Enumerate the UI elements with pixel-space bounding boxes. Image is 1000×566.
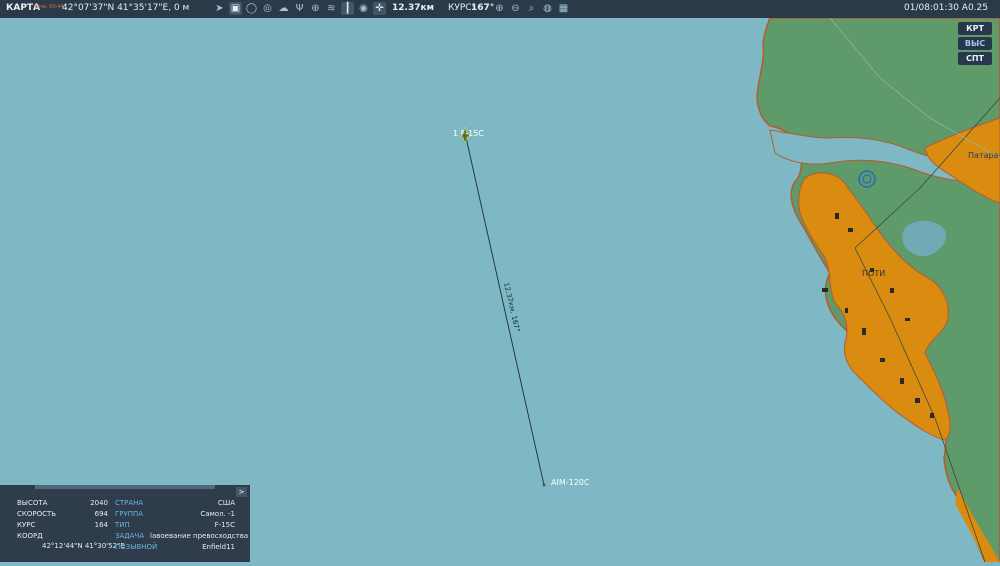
mission-time: 01/08:01:30 A0.25 xyxy=(904,3,988,13)
globe-icon[interactable]: ◍ xyxy=(541,2,554,15)
course-info-label: КУРС xyxy=(17,521,36,529)
send-icon[interactable]: ➤ xyxy=(213,2,226,15)
course-info-value: 164 xyxy=(94,521,108,529)
altitude-label: ВЫСОТА xyxy=(17,499,48,507)
speed-label: СКОРОСТЬ xyxy=(17,510,57,518)
zoom-fit-icon[interactable]: ⌕ xyxy=(525,2,538,15)
circle-icon[interactable]: ◯ xyxy=(245,2,258,15)
cloud-icon[interactable]: ☁ xyxy=(277,2,290,15)
distance-readout: 12.37км xyxy=(392,3,434,13)
task-label: ЗАДАЧА xyxy=(115,532,145,540)
satellite-mode-button[interactable]: СПТ xyxy=(958,52,992,65)
speed-value: 694 xyxy=(94,510,108,518)
fork-icon[interactable]: Ψ xyxy=(293,2,306,15)
city-label: ПОТИ xyxy=(862,269,885,278)
coord-value: 42°12'44"N 41°30'52"E xyxy=(42,542,125,550)
grid-icon[interactable]: ▦ xyxy=(557,2,570,15)
altitude-mode-button[interactable]: ВЫС xyxy=(958,37,992,50)
zoom-out-icon[interactable]: ⊖ xyxy=(509,2,522,15)
crosshair-icon[interactable]: ✛ xyxy=(373,2,386,15)
callsign-value: Enfield11 xyxy=(202,543,235,551)
map-mode-button[interactable]: КРТ xyxy=(958,22,992,35)
town-label: Патара-Г xyxy=(968,151,1000,160)
panel-strip xyxy=(35,485,215,489)
top-toolbar: КАРТА Точк. 00:44 42°07'37"N 41°35'17"E,… xyxy=(0,0,1000,18)
chat-icon[interactable]: ◉ xyxy=(357,2,370,15)
country-value: США xyxy=(217,499,235,507)
missile-marker xyxy=(542,483,546,487)
ruler-label: 12.37км, 167° xyxy=(502,282,521,333)
unit-info-panel: > ВЫСОТА 2040 СКОРОСТЬ 694 КУРС 164 КООР… xyxy=(0,485,250,562)
coord-label: КООРД xyxy=(17,532,43,540)
tower-icon[interactable]: ┃ xyxy=(341,2,354,15)
target-icon[interactable]: ⊕ xyxy=(309,2,322,15)
signal-icon[interactable]: ≋ xyxy=(325,2,338,15)
type-label: ТИП xyxy=(115,521,130,529)
map-canvas[interactable]: ПОТИ Патара-Г 12.37км, 167° 1 F-15C AIM-… xyxy=(0,17,1000,563)
course-readout: 167° xyxy=(471,3,495,13)
country-label: СТРАНА xyxy=(115,499,144,507)
altitude-value: 2040 xyxy=(90,499,108,507)
map-view[interactable]: ПОТИ Патара-Г 12.37км, 167° 1 F-15C AIM-… xyxy=(0,17,1000,563)
panel-toggle-button[interactable]: > xyxy=(236,487,247,497)
group-value: Самол. -1 xyxy=(200,510,235,518)
type-value: F-15C xyxy=(214,521,235,529)
radar-icon[interactable]: ▣ xyxy=(229,2,242,15)
zoom-in-icon[interactable]: ⊕ xyxy=(493,2,506,15)
overlay-hint: Точк. 00:44 xyxy=(34,4,64,10)
task-value: lавоевание превосходства xyxy=(150,532,249,540)
group-label: ГРУППА xyxy=(115,510,144,518)
layers-icon[interactable]: ◎ xyxy=(261,2,274,15)
ruler-line xyxy=(464,132,545,486)
cursor-coordinates: 42°07'37"N 41°35'17"E, 0 м xyxy=(62,3,190,13)
missile-label: AIM-120C xyxy=(551,478,590,487)
aircraft-label: 1 F-15C xyxy=(453,129,484,138)
